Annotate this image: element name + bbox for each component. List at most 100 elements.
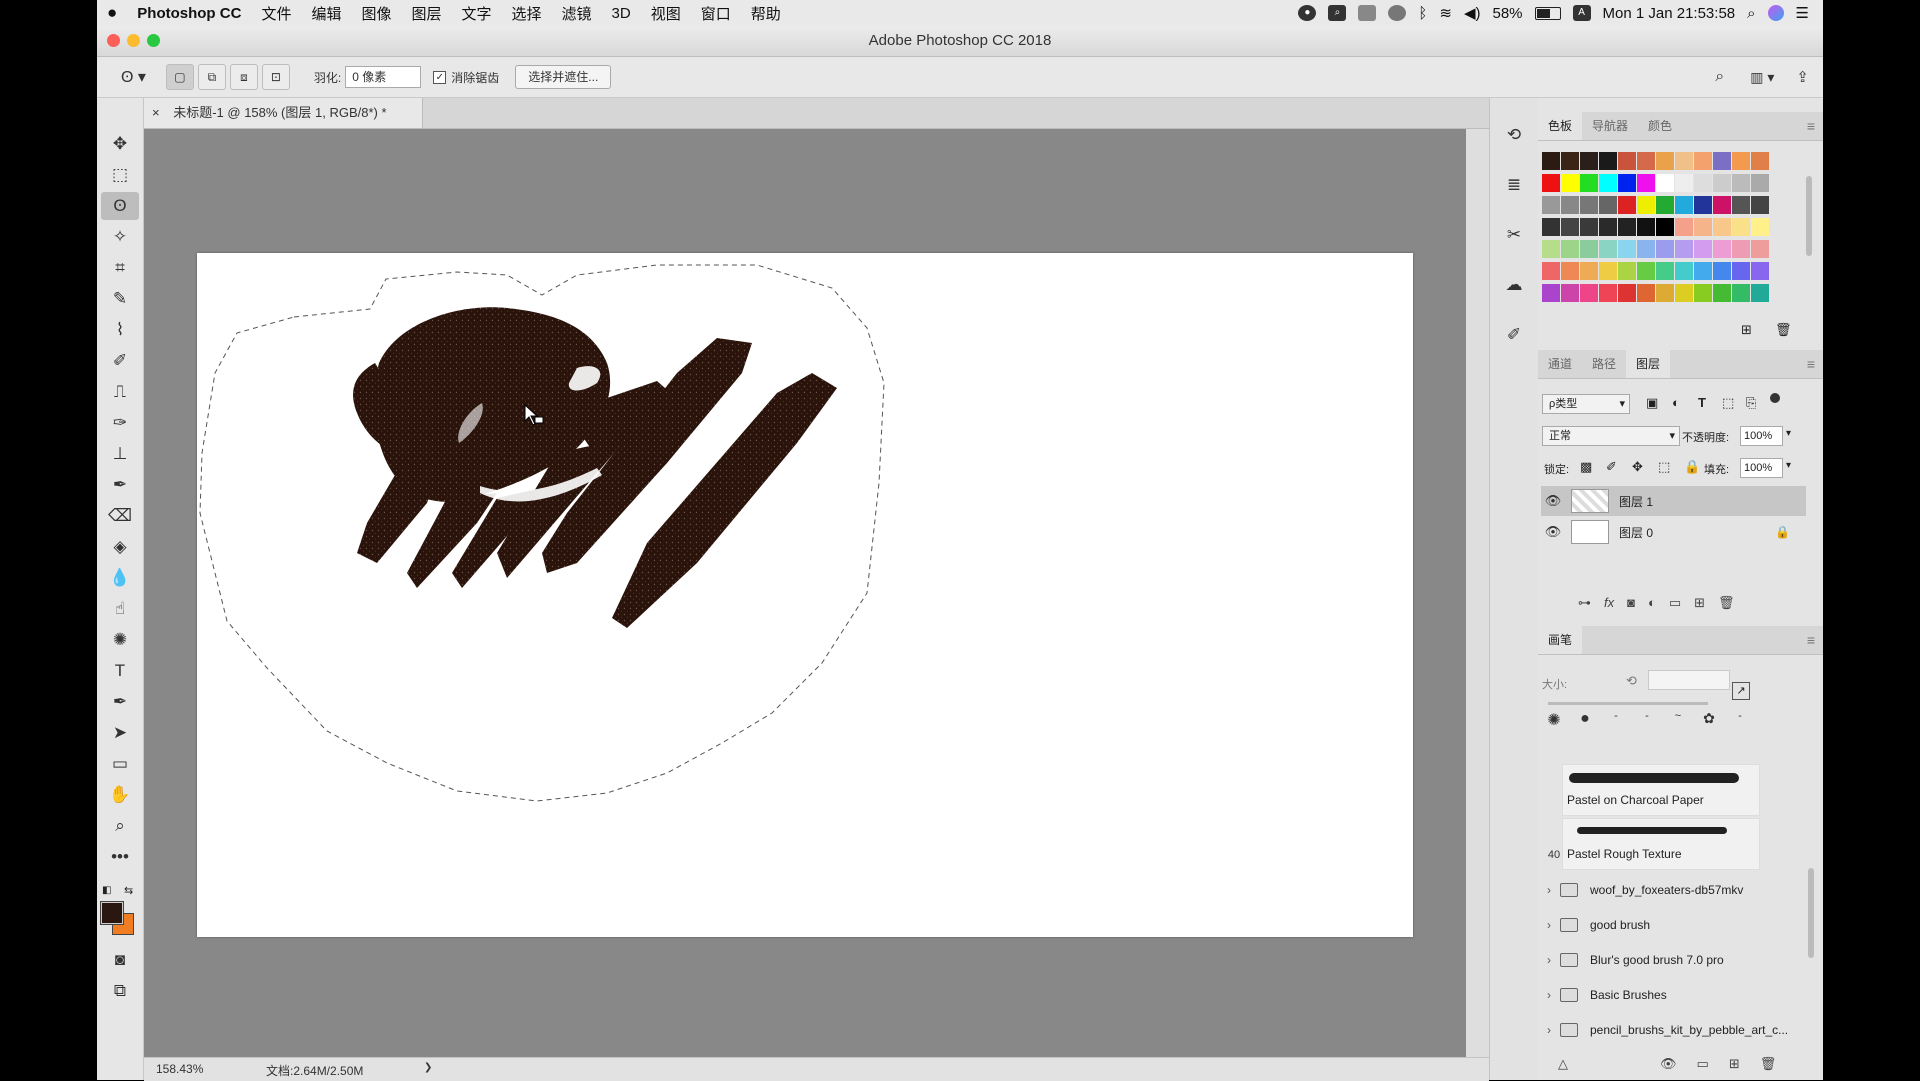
color-swatch[interactable] bbox=[1580, 262, 1598, 280]
color-swatch[interactable] bbox=[1580, 174, 1598, 192]
color-swatch[interactable] bbox=[1732, 262, 1750, 280]
color-swatch[interactable] bbox=[1542, 284, 1560, 302]
layer1-visibility-icon[interactable]: 👁 bbox=[1541, 493, 1565, 509]
menu-image[interactable]: 图像 bbox=[351, 3, 401, 24]
color-swatch[interactable] bbox=[1599, 218, 1617, 236]
doc-size-info[interactable]: 文档:2.64M/2.50M bbox=[266, 1062, 363, 1079]
color-swatch[interactable] bbox=[1561, 218, 1579, 236]
color-swatch[interactable] bbox=[1732, 240, 1750, 258]
filter-smart-object-icon[interactable]: ⎘ bbox=[1746, 395, 1756, 411]
layer-filter-select[interactable]: ρ类型 ▾ bbox=[1542, 394, 1630, 414]
tab-brushes[interactable]: 画笔 bbox=[1538, 626, 1583, 654]
color-swatch[interactable] bbox=[1618, 240, 1636, 258]
color-swatch[interactable] bbox=[1694, 196, 1712, 214]
color-swatch[interactable] bbox=[1599, 262, 1617, 280]
color-swatch[interactable] bbox=[1656, 284, 1674, 302]
color-swatch[interactable] bbox=[1637, 218, 1655, 236]
color-swatch[interactable] bbox=[1561, 284, 1579, 302]
color-swatch[interactable] bbox=[1561, 152, 1579, 170]
menu-file[interactable]: 文件 bbox=[251, 3, 301, 24]
brush-new-icon[interactable]: ⊞ bbox=[1729, 1056, 1740, 1076]
record-icon[interactable]: ● bbox=[1298, 5, 1317, 21]
more-tools-icon[interactable]: ••• bbox=[101, 843, 139, 871]
layer1-thumbnail[interactable] bbox=[1571, 489, 1609, 513]
brush-folder-good[interactable]: › good brush bbox=[1538, 908, 1808, 942]
tab-color[interactable]: 颜色 bbox=[1638, 112, 1682, 140]
marquee-tool-icon[interactable]: ⬚ bbox=[101, 161, 139, 189]
color-swatch[interactable] bbox=[1732, 196, 1750, 214]
color-swatch[interactable] bbox=[1675, 174, 1693, 192]
color-swatch[interactable] bbox=[1732, 174, 1750, 192]
fill-input[interactable]: 100% bbox=[1740, 458, 1783, 478]
brush-size-small-icon[interactable]: △ bbox=[1558, 1056, 1568, 1076]
tab-navigator[interactable]: 导航器 bbox=[1582, 112, 1638, 140]
filter-shape-icon[interactable]: ⬚ bbox=[1722, 395, 1734, 411]
color-swatch[interactable] bbox=[1618, 196, 1636, 214]
notification-center-icon[interactable]: ☰ bbox=[1796, 4, 1809, 22]
tab-swatches[interactable]: 色板 bbox=[1538, 112, 1583, 140]
filter-adjustment-icon[interactable]: ◐ bbox=[1672, 395, 1680, 410]
foreground-color-swatch[interactable] bbox=[100, 901, 124, 925]
color-swatch[interactable] bbox=[1675, 284, 1693, 302]
siri-icon[interactable] bbox=[1767, 5, 1784, 21]
layer-row-layer1[interactable]: 👁 图层 1 bbox=[1541, 486, 1806, 516]
zoom-level-field[interactable]: 158.43% bbox=[156, 1062, 203, 1076]
brush-item-pastel-rough[interactable]: Pastel Rough Texture bbox=[1562, 818, 1760, 870]
close-tab-icon[interactable]: × bbox=[152, 105, 160, 120]
color-swatch[interactable] bbox=[1694, 262, 1712, 280]
color-swatch[interactable] bbox=[1675, 196, 1693, 214]
delete-layer-icon[interactable]: 🗑 bbox=[1718, 595, 1735, 615]
menu-edit[interactable]: 编辑 bbox=[301, 3, 351, 24]
color-swatch[interactable] bbox=[1656, 218, 1674, 236]
menu-view[interactable]: 视图 bbox=[641, 3, 691, 24]
color-swatch[interactable] bbox=[1561, 174, 1579, 192]
color-swatch[interactable] bbox=[1713, 196, 1731, 214]
color-swatch[interactable] bbox=[1599, 196, 1617, 214]
subtract-selection-icon[interactable]: ⧈ bbox=[229, 64, 258, 90]
color-swatch[interactable] bbox=[1637, 262, 1655, 280]
color-swatch[interactable] bbox=[1542, 152, 1560, 170]
menu-3d[interactable]: 3D bbox=[602, 5, 641, 22]
color-swatch[interactable] bbox=[1580, 284, 1598, 302]
default-colors-icon[interactable]: ◧ bbox=[102, 885, 111, 896]
color-swatch[interactable] bbox=[1599, 174, 1617, 192]
color-swatch[interactable] bbox=[1675, 240, 1693, 258]
color-swatch[interactable] bbox=[1656, 174, 1674, 192]
battery-percent[interactable]: 58% bbox=[1493, 5, 1523, 22]
brushes-menu-icon[interactable]: ≡ bbox=[1807, 632, 1815, 648]
tab-layers[interactable]: 图层 bbox=[1626, 350, 1671, 378]
color-swatch[interactable] bbox=[1656, 262, 1674, 280]
new-swatch-icon[interactable]: ⊞ bbox=[1741, 322, 1752, 338]
options-search-icon[interactable]: ⌕ bbox=[1715, 68, 1724, 86]
color-swatch[interactable] bbox=[1732, 152, 1750, 170]
brush-size-reset-icon[interactable]: ⟲ bbox=[1626, 673, 1637, 689]
color-swatch[interactable] bbox=[1713, 152, 1731, 170]
color-swatch[interactable] bbox=[1542, 240, 1560, 258]
color-swatch[interactable] bbox=[1751, 240, 1769, 258]
color-swatch[interactable] bbox=[1675, 262, 1693, 280]
color-swatch[interactable] bbox=[1694, 152, 1712, 170]
layer-style-icon[interactable]: fx bbox=[1604, 595, 1614, 615]
color-swatch[interactable] bbox=[1656, 240, 1674, 258]
stamp-tool-icon[interactable]: ⊥ bbox=[101, 440, 139, 468]
quick-mask-icon[interactable]: ◙ bbox=[101, 946, 139, 974]
new-brush-icon[interactable]: ↗ bbox=[1732, 682, 1750, 700]
expand-chevron-icon[interactable]: › bbox=[1538, 953, 1560, 967]
document-tab[interactable]: × 未标题-1 @ 158% (图层 1, RGB/8*) * bbox=[144, 98, 423, 128]
color-swatch[interactable] bbox=[1542, 218, 1560, 236]
new-group-icon[interactable]: ▭ bbox=[1669, 595, 1681, 615]
brush-new-group-icon[interactable]: ▭ bbox=[1697, 1056, 1709, 1076]
layer0-thumbnail[interactable] bbox=[1571, 520, 1609, 544]
battery-icon[interactable] bbox=[1534, 6, 1561, 20]
add-mask-icon[interactable]: ◙ bbox=[1627, 595, 1635, 615]
color-swatch[interactable] bbox=[1637, 196, 1655, 214]
color-swatch[interactable] bbox=[1732, 218, 1750, 236]
art-history-brush-icon[interactable]: ✒ bbox=[101, 471, 139, 499]
dodge-tool-icon[interactable]: ✺ bbox=[101, 626, 139, 654]
blend-mode-select[interactable]: 正常 ▾ bbox=[1542, 426, 1680, 446]
zoom-window-button[interactable] bbox=[147, 34, 160, 47]
color-swatch[interactable] bbox=[1713, 218, 1731, 236]
color-swatch[interactable] bbox=[1694, 218, 1712, 236]
color-swatch[interactable] bbox=[1599, 284, 1617, 302]
tab-channels[interactable]: 通道 bbox=[1538, 350, 1582, 378]
